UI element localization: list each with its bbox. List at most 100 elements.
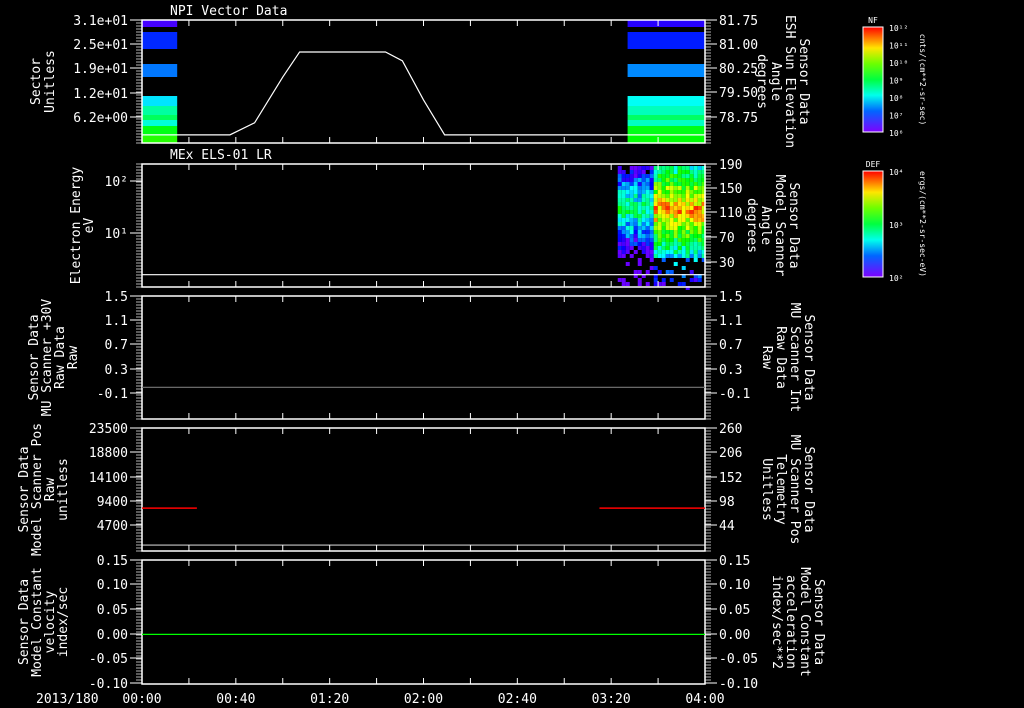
colorbar-tick-label: 10¹¹ [889,42,908,51]
spectrogram-cell [681,178,686,182]
spectrogram-cell [142,106,178,115]
spectrogram-cell [689,182,694,186]
left-tick-label: 23500 [89,422,128,437]
spectrogram-cell [633,166,638,170]
spectrogram-cell [665,182,670,186]
right-axis-label-line: Angle [758,206,773,245]
spectrogram-cell [641,218,646,222]
spectrogram-cell [669,222,674,226]
time-tick-label: 03:20 [592,692,631,707]
right-tick-label: -0.10 [719,677,758,692]
spectrogram-cell [665,170,670,174]
right-tick-label: 110 [719,206,742,221]
spectrogram-cell [673,246,678,250]
right-axis-label-line: index/sec**2 [769,575,784,669]
spectrogram-cell [697,166,702,170]
spectrogram-cell [645,206,650,210]
spectrogram-cell [625,282,630,286]
spectrogram-cell [669,166,674,170]
spectrogram-cell [653,278,658,282]
spectrogram-cell [633,226,638,230]
right-axis-label-line: Sensor Data [811,579,826,665]
spectrogram-cell [641,214,646,218]
spectrogram-cell [617,278,622,282]
spectrogram-cell [621,178,626,182]
spectrogram-cell [621,282,626,286]
spectrogram-cell [649,250,654,254]
spectrogram-cell [661,250,666,254]
spectrogram-cell [665,234,670,238]
panel-frame [141,427,706,552]
spectrogram-cell [657,214,662,218]
spectrogram-cell [629,238,634,242]
spectrogram-cell [649,238,654,242]
spectrogram-cell [689,226,694,230]
spectrogram-cell [669,242,674,246]
spectrogram-cell [677,246,682,250]
spectrogram-cell [669,234,674,238]
spectrogram-cell [661,246,666,250]
spectrogram-cell [637,186,642,190]
spectrogram-cell [627,120,705,126]
spectrogram-cell [697,218,702,222]
spectrogram-cell [681,282,686,286]
spectrogram-cell [142,115,178,120]
left-axis-label-line: Unitless [43,50,58,113]
colorbar: NF 10¹² 10¹¹ 10¹⁰ 10⁹ 10⁸ 10⁷ 10⁶ cnts/(cm**2-sr… [862,16,927,138]
spectrogram-cell [645,254,650,258]
spectrogram-cell [689,250,694,254]
right-axis-label: Sensor DataMU Scanner IntRaw DataRaw [759,303,816,413]
right-axis-label-line: acceleration [783,575,798,669]
spectrogram-cell [697,202,702,206]
spectrogram-cell [627,96,705,106]
spectrogram-cell [637,262,642,266]
spectrogram-cell [673,238,678,242]
spectrogram-cell [697,206,702,210]
left-tick-label: 1.1 [105,314,128,329]
spectrogram-cell [697,194,702,198]
spectrogram-cell [645,282,650,286]
spectrogram-cell [681,254,686,258]
spectrogram-cell [633,198,638,202]
spectrogram-cell [627,115,705,120]
spectrogram-cell [685,226,690,230]
spectrogram-cell [681,214,686,218]
spectrogram-cell [653,190,658,194]
spectrogram-cell [645,194,650,198]
spectrogram-cell [665,250,670,254]
spectrogram-cell [621,198,626,202]
spectrogram-cell [669,246,674,250]
spectrogram-cell [693,178,698,182]
spectrogram-cell [697,190,702,194]
spectrogram-cell [661,190,666,194]
spectrogram-cell [657,202,662,206]
spectrogram-cell [689,238,694,242]
spectrogram-cell [661,178,666,182]
spectrogram-cell [689,198,694,202]
spectrogram-cell [669,238,674,242]
panel-4: 23500 18800 14100 9400 4700 260 206 152 98 44 Sens… [17,422,816,556]
spectrogram-cell [641,222,646,226]
spectrogram-cell [697,278,702,282]
spectrogram-cell [633,270,638,274]
left-tick-label: 0.3 [105,363,128,378]
spectrogram-cell [637,170,642,174]
right-tick-label: 70 [719,231,735,246]
spectrogram-cell [689,174,694,178]
spectrogram-cell [681,234,686,238]
spectrogram-cell [677,198,682,202]
right-tick-label: 0.15 [719,554,750,569]
spectrogram-cell [665,166,670,170]
spectrogram-cell [625,250,630,254]
spectrogram-cell [645,190,650,194]
spectrogram-cell [689,278,694,282]
spectrogram-cell [673,190,678,194]
spectrogram-cell [693,258,698,262]
spectrogram-cell [627,136,705,143]
spectrogram-cell [142,32,178,49]
spectrogram-cell [685,178,690,182]
spectrogram-cell [677,234,682,238]
spectrogram-cell [617,206,622,210]
spectrogram-cell [637,166,642,170]
spectrogram-cell [641,182,646,186]
